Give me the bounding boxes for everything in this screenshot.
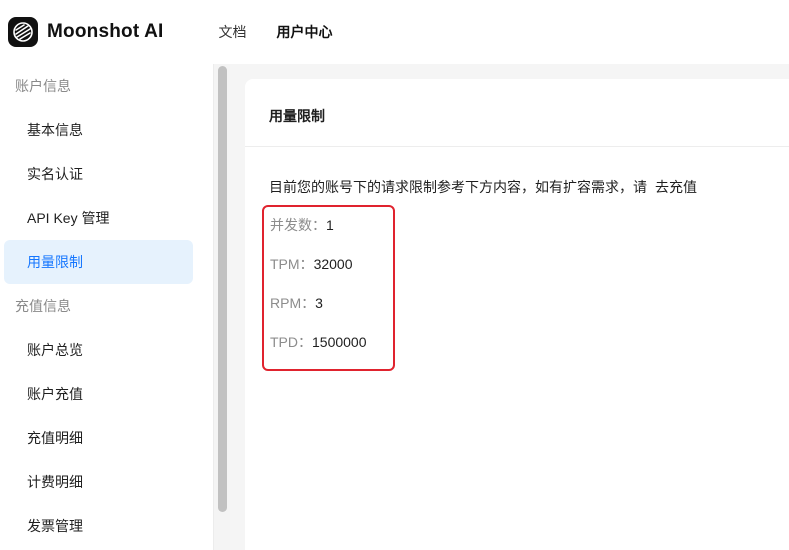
sidebar-item-account-overview[interactable]: 账户总览	[0, 328, 213, 372]
limit-label: RPM：	[270, 295, 316, 311]
nav-docs[interactable]: 文档	[219, 22, 247, 42]
limit-label: TPM：	[270, 256, 314, 272]
moonshot-logo-icon	[8, 17, 38, 47]
sidebar-scrollbar[interactable]	[213, 64, 230, 550]
sidebar-group-recharge: 充值信息	[15, 298, 71, 314]
limit-value: 1	[326, 217, 334, 233]
recharge-link[interactable]: 去充值	[655, 179, 697, 195]
sidebar-item-basic-info[interactable]: 基本信息	[0, 108, 213, 152]
limit-value: 1500000	[312, 334, 367, 350]
sidebar-item-invoices[interactable]: 发票管理	[0, 504, 213, 548]
top-bar: Moonshot AI 文档 用户中心	[0, 0, 789, 64]
sidebar-item-recharge-details[interactable]: 充值明细	[0, 416, 213, 460]
sidebar-scrollbar-thumb[interactable]	[218, 66, 227, 512]
limit-label: 并发数：	[270, 217, 326, 233]
limit-concurrency: 并发数：1	[270, 215, 334, 235]
sidebar-item-verification[interactable]: 实名认证	[0, 152, 213, 196]
limit-rpm: RPM：3	[270, 293, 323, 313]
sidebar-group-account: 账户信息	[15, 78, 71, 94]
nav-user-center[interactable]: 用户中心	[277, 22, 333, 42]
limit-value: 3	[315, 295, 323, 311]
top-nav: 文档 用户中心	[219, 22, 363, 42]
brand-name: Moonshot AI	[47, 21, 164, 42]
limit-label: TPD：	[270, 334, 312, 350]
limit-value: 32000	[313, 256, 353, 272]
limits-description: 目前您的账号下的请求限制参考下方内容，如有扩容需求，请 去充值	[269, 177, 697, 197]
usage-limits-card: 用量限制 目前您的账号下的请求限制参考下方内容，如有扩容需求，请 去充值 并发数：…	[245, 79, 789, 550]
page-title: 用量限制	[269, 108, 325, 124]
sidebar-item-api-keys[interactable]: API Key 管理	[0, 196, 213, 240]
sidebar-item-billing-details[interactable]: 计费明细	[0, 460, 213, 504]
description-text: 目前您的账号下的请求限制参考下方内容，如有扩容需求，请	[269, 179, 647, 195]
sidebar: 账户信息 基本信息 实名认证 API Key 管理 用量限制 充值信息 账户总览…	[0, 64, 213, 550]
limit-tpm: TPM：32000	[270, 254, 353, 274]
sidebar-item-usage-limits[interactable]: 用量限制	[4, 240, 193, 284]
sidebar-item-account-recharge[interactable]: 账户充值	[0, 372, 213, 416]
limit-tpd: TPD：1500000	[270, 332, 367, 352]
brand-logo[interactable]: Moonshot AI	[8, 17, 164, 47]
title-divider	[245, 146, 789, 147]
